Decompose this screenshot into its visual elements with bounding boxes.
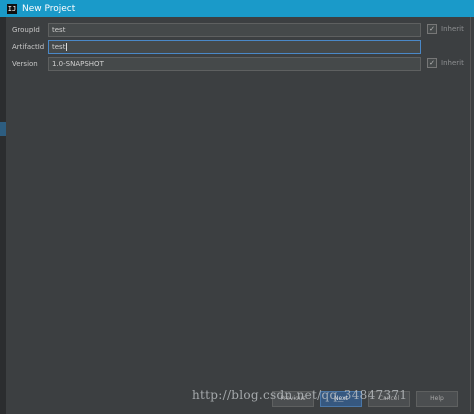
- checkmark-icon: ✓: [427, 58, 437, 68]
- inherit-label: Inherit: [441, 25, 464, 33]
- title-bar: IJ New Project: [0, 0, 474, 17]
- help-button[interactable]: Help: [416, 391, 458, 407]
- groupid-label: GroupId: [12, 26, 40, 34]
- groupid-row: GroupId test ✓ Inherit: [6, 23, 470, 37]
- new-project-dialog: GroupId test ✓ Inherit ArtifactId test V…: [6, 17, 471, 412]
- artifactid-row: ArtifactId test: [6, 40, 470, 54]
- artifactid-input[interactable]: test: [48, 40, 421, 54]
- inherit-label: Inherit: [441, 59, 464, 67]
- version-input[interactable]: 1.0-SNAPSHOT: [48, 57, 421, 71]
- version-inherit-checkbox[interactable]: ✓ Inherit: [427, 58, 464, 68]
- artifactid-label: ArtifactId: [12, 43, 45, 51]
- text-cursor: [66, 43, 68, 51]
- artifactid-value: test: [52, 43, 66, 51]
- groupid-input[interactable]: test: [48, 23, 421, 37]
- intellij-icon: IJ: [7, 3, 17, 14]
- version-row: Version 1.0-SNAPSHOT ✓ Inherit: [6, 57, 470, 71]
- version-label: Version: [12, 60, 38, 68]
- window-title: New Project: [22, 3, 76, 14]
- watermark: http://blog.csdn.net/qq_34847371: [192, 388, 408, 402]
- checkmark-icon: ✓: [427, 24, 437, 34]
- groupid-inherit-checkbox[interactable]: ✓ Inherit: [427, 24, 464, 34]
